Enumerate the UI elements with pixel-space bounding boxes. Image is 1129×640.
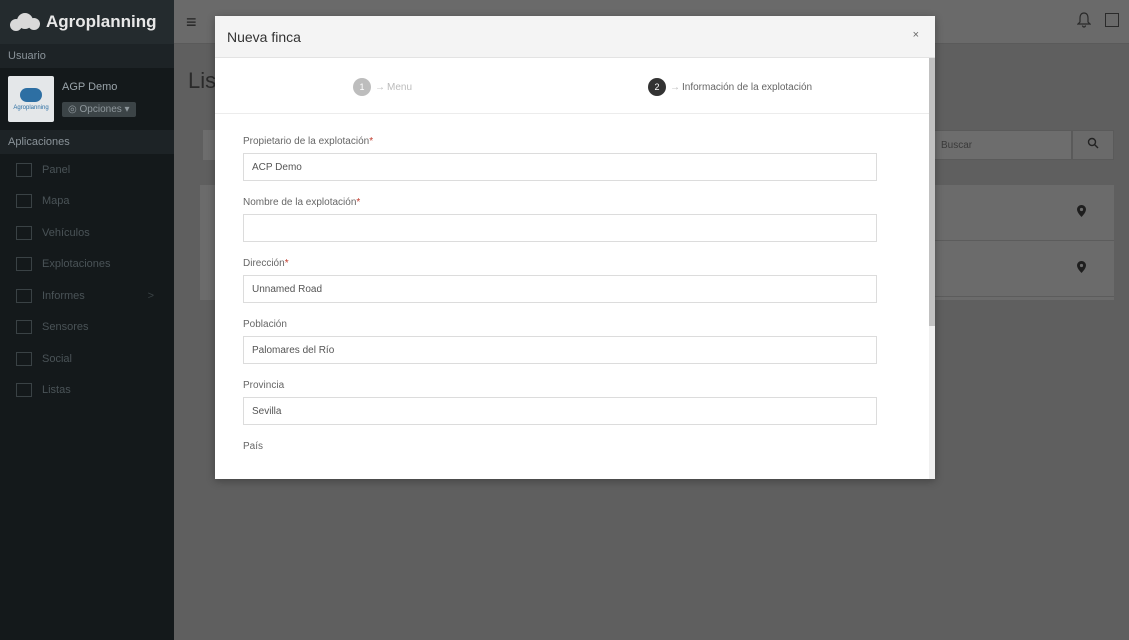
sidebar-item-label: Panel <box>42 163 71 176</box>
new-farm-modal: Nueva finca × 1 → Menu 2 → Información d… <box>215 16 935 479</box>
grid-icon <box>16 162 32 177</box>
sidebar-item-sensores[interactable]: Sensores <box>0 312 174 344</box>
vehicle-icon <box>16 225 32 240</box>
address-field[interactable]: Unnamed Road <box>243 275 877 303</box>
report-icon <box>16 288 32 303</box>
cloud-logo-icon <box>10 13 40 31</box>
sidebar-item-label: Vehículos <box>42 226 90 239</box>
province-field[interactable]: Sevilla <box>243 397 877 425</box>
avatar-label: Agroplanning <box>13 104 49 111</box>
owner-label: Propietario de la explotación* <box>243 136 374 147</box>
sidebar-item-social[interactable]: Social <box>0 343 174 375</box>
close-icon[interactable]: × <box>913 29 919 41</box>
options-button[interactable]: ◎ Opciones ▾ <box>62 102 136 117</box>
search-button[interactable] <box>1072 130 1114 160</box>
map-icon <box>16 194 32 209</box>
brand-header[interactable]: Agroplanning <box>0 0 174 44</box>
list-item[interactable] <box>934 241 1114 297</box>
search-group: Buscar <box>934 130 1114 160</box>
step-number: 2 <box>648 78 666 96</box>
modal-title: Nueva finca <box>227 28 301 45</box>
brand-name: Agroplanning <box>46 12 157 31</box>
panel-toggle-icon[interactable] <box>1105 13 1119 27</box>
search-input[interactable]: Buscar <box>934 130 1072 160</box>
sensor-icon <box>16 320 32 335</box>
address-label: Dirección* <box>243 258 289 269</box>
province-label: Provincia <box>243 380 285 391</box>
chevron-right-icon: > <box>147 289 154 302</box>
farm-name-label: Nombre de la explotación* <box>243 197 361 208</box>
sidebar-item-label: Listas <box>42 384 71 397</box>
user-name: AGP Demo <box>62 81 118 93</box>
farm-name-field[interactable] <box>243 214 877 242</box>
owner-field[interactable]: ACP Demo <box>243 153 877 181</box>
page-title: Lis <box>188 68 217 93</box>
sidebar-item-listas[interactable]: Listas <box>0 375 174 407</box>
town-field[interactable]: Palomares del Río <box>243 336 877 364</box>
step-number: 1 <box>353 78 371 96</box>
step-label: Menu <box>387 81 413 93</box>
sidebar-item-informes[interactable]: Informes > <box>0 280 174 312</box>
sidebar-item-mapa[interactable]: Mapa <box>0 186 174 218</box>
sidebar-item-label: Sensores <box>42 321 89 334</box>
sidebar: Agroplanning Usuario Agroplanning AGP De… <box>0 0 174 640</box>
social-icon <box>16 351 32 366</box>
list-item[interactable] <box>934 185 1114 241</box>
sidebar-item-label: Informes <box>42 289 85 302</box>
modal-scrollbar[interactable] <box>929 58 935 479</box>
town-label: Población <box>243 319 287 330</box>
sidebar-item-label: Social <box>42 352 72 365</box>
map-pin-icon[interactable] <box>1077 205 1086 220</box>
country-label: País <box>243 441 264 452</box>
step-farm-info[interactable]: 2 → Información de la explotación <box>648 78 812 96</box>
modal-header: Nueva finca × <box>215 16 935 58</box>
sidebar-item-panel[interactable]: Panel <box>0 154 174 186</box>
user-box: Agroplanning AGP Demo ◎ Opciones ▾ <box>0 68 174 130</box>
arrow-right-icon: → <box>670 81 680 93</box>
arrow-right-icon: → <box>375 81 385 93</box>
hamburger-menu-icon[interactable]: ≡ <box>186 12 197 33</box>
list-icon <box>16 383 32 398</box>
search-icon <box>1087 137 1099 149</box>
sidebar-item-vehiculos[interactable]: Vehículos <box>0 217 174 249</box>
step-menu[interactable]: 1 → Menu <box>353 78 412 96</box>
cloud-icon <box>20 87 42 102</box>
apps-section-label: Aplicaciones <box>0 130 174 154</box>
filter-bar <box>203 130 215 160</box>
wizard-steps: 1 → Menu 2 → Información de la explotaci… <box>215 58 935 114</box>
farm-icon <box>16 257 32 272</box>
user-section-label: Usuario <box>0 44 174 68</box>
map-pin-icon[interactable] <box>1077 261 1086 276</box>
avatar: Agroplanning <box>8 76 54 122</box>
scrollbar-thumb[interactable] <box>929 58 935 326</box>
bell-icon[interactable] <box>1076 12 1092 32</box>
sidebar-item-label: Mapa <box>42 195 70 208</box>
farm-form: Propietario de la explotación* ACP Demo … <box>215 114 935 452</box>
sidebar-item-label: Explotaciones <box>42 258 111 271</box>
step-label: Información de la explotación <box>682 81 813 93</box>
sidebar-item-explotaciones[interactable]: Explotaciones <box>0 249 174 281</box>
